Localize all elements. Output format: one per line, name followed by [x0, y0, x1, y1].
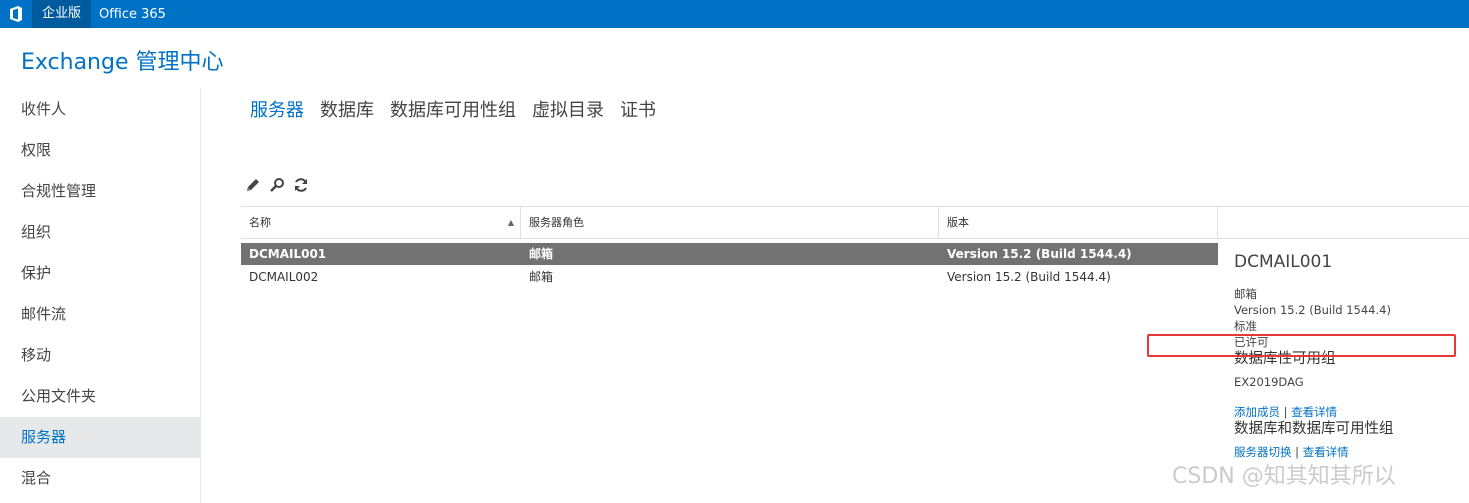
- cell-role: 邮箱: [529, 247, 554, 261]
- view-dag-details-link[interactable]: 查看详情: [1291, 405, 1337, 419]
- toolbar: [244, 176, 310, 194]
- sort-ascending-icon: ▲: [507, 218, 514, 227]
- cell-version: Version 15.2 (Build 1544.4): [947, 247, 1132, 261]
- product-link[interactable]: Office 365: [91, 7, 174, 22]
- watermark: CSDN @知其知其所以: [1172, 464, 1396, 489]
- office-logo-icon[interactable]: [0, 0, 32, 28]
- column-label-version: 版本: [947, 216, 969, 229]
- tab-virtual-directories[interactable]: 虚拟目录: [532, 96, 604, 122]
- table-row[interactable]: DCMAIL002 邮箱 Version 15.2 (Build 1544.4): [241, 266, 1218, 288]
- sidebar-item-recipients[interactable]: 收件人: [0, 89, 200, 130]
- link-separator: |: [1295, 445, 1300, 459]
- edit-icon[interactable]: [244, 176, 262, 194]
- sidebar-item-permissions[interactable]: 权限: [0, 130, 200, 171]
- details-version: Version 15.2 (Build 1544.4): [1234, 303, 1391, 317]
- tab-certificates[interactable]: 证书: [620, 96, 656, 122]
- add-member-link[interactable]: 添加成员: [1234, 405, 1280, 419]
- column-header-version[interactable]: 版本: [939, 207, 1218, 238]
- top-bar: 企业版 Office 365: [0, 0, 1469, 28]
- link-separator: |: [1283, 405, 1288, 419]
- search-icon[interactable]: [268, 176, 286, 194]
- details-dag-links: 添加成员 | 查看详情: [1234, 404, 1464, 420]
- app-title: Exchange 管理中心: [21, 50, 224, 75]
- sidebar-item-protection[interactable]: 保护: [0, 253, 200, 294]
- cell-role: 邮箱: [529, 270, 554, 284]
- details-db-heading: 数据库和数据库可用性组: [1234, 421, 1394, 437]
- edition-label[interactable]: 企业版: [32, 0, 92, 28]
- sidebar-item-public-folders[interactable]: 公用文件夹: [0, 376, 200, 417]
- tab-bar: 服务器 数据库 数据库可用性组 虚拟目录 证书: [250, 96, 656, 122]
- view-db-details-link[interactable]: 查看详情: [1303, 445, 1349, 459]
- sidebar-item-mail-flow[interactable]: 邮件流: [0, 294, 200, 335]
- column-header-role[interactable]: 服务器角色: [521, 207, 939, 238]
- details-title: DCMAIL001: [1234, 252, 1333, 272]
- sidebar-item-servers[interactable]: 服务器: [0, 417, 200, 458]
- cell-version: Version 15.2 (Build 1544.4): [947, 270, 1111, 284]
- tab-dag[interactable]: 数据库可用性组: [390, 96, 516, 122]
- sidebar: 收件人 权限 合规性管理 组织 保护 邮件流 移动 公用文件夹 服务器 混合: [0, 89, 201, 503]
- sidebar-item-compliance[interactable]: 合规性管理: [0, 171, 200, 212]
- grid-header: 名称 ▲ 服务器角色 版本: [241, 206, 1469, 239]
- details-edition: 标准: [1234, 319, 1257, 333]
- sidebar-item-hybrid[interactable]: 混合: [0, 458, 200, 499]
- column-header-name[interactable]: 名称 ▲: [241, 207, 521, 238]
- server-switchover-link[interactable]: 服务器切换: [1234, 445, 1292, 459]
- details-dag-value: EX2019DAG: [1234, 375, 1304, 389]
- annotation-highlight-box: [1147, 334, 1456, 357]
- sidebar-item-mobile[interactable]: 移动: [0, 335, 200, 376]
- tab-databases[interactable]: 数据库: [320, 96, 374, 122]
- sidebar-item-organization[interactable]: 组织: [0, 212, 200, 253]
- details-role: 邮箱: [1234, 287, 1257, 301]
- column-label-name: 名称: [249, 216, 271, 229]
- column-label-role: 服务器角色: [529, 216, 584, 229]
- cell-name: DCMAIL002: [249, 270, 319, 284]
- cell-name: DCMAIL001: [249, 247, 327, 261]
- refresh-icon[interactable]: [292, 176, 310, 194]
- tab-servers[interactable]: 服务器: [250, 96, 304, 122]
- table-row[interactable]: DCMAIL001 邮箱 Version 15.2 (Build 1544.4): [241, 243, 1218, 265]
